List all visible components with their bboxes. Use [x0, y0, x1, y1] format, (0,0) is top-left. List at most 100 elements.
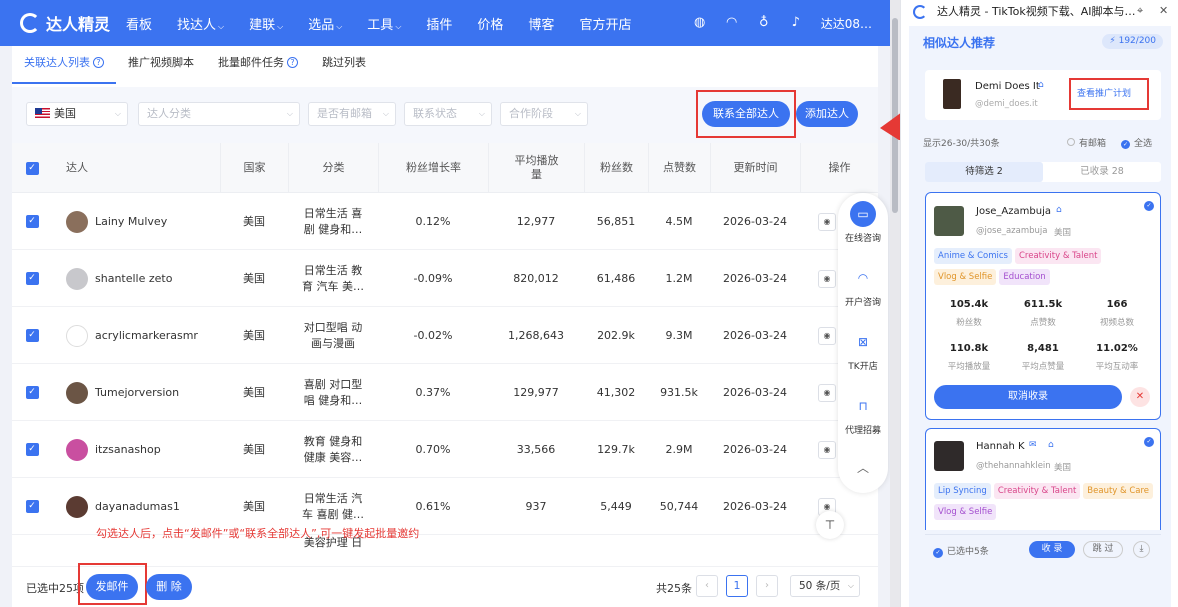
table-row[interactable]: ✓ itzsanashop 美国 教育 健身和健康 美容… 0.70% 33,566 129… — [12, 421, 878, 478]
has-email-option[interactable]: 有邮箱 — [1067, 136, 1106, 149]
creator-cell[interactable]: Lainy Mulvey — [66, 193, 220, 250]
stage-select[interactable]: 合作阶段 ⌵ — [500, 102, 588, 126]
select-all-checkbox[interactable]: ✓ — [25, 161, 39, 175]
user-name[interactable]: 达达08… — [821, 15, 872, 32]
view-icon[interactable]: ◉ — [818, 326, 836, 345]
creator-cell[interactable]: Tumejorversion — [66, 364, 220, 421]
creator-avatar — [934, 206, 964, 236]
home-icon[interactable]: ⌂ — [1038, 80, 1044, 90]
home-icon[interactable]: ⌂ — [1056, 205, 1062, 215]
nav-item-label: 看板 — [126, 17, 153, 33]
delete-button[interactable]: 删 除 — [146, 574, 192, 600]
row-checkbox[interactable]: ✓ — [25, 329, 39, 342]
remove-icon[interactable]: ✕ — [1130, 387, 1150, 407]
creator-country: 美国 — [1054, 228, 1072, 238]
tab-0[interactable]: 关联达人列表? — [12, 54, 116, 84]
column-header[interactable]: 平均播放量 — [488, 143, 584, 193]
page-scrollbar[interactable] — [890, 0, 900, 607]
view-icon[interactable]: ◉ — [818, 440, 836, 459]
column-header[interactable]: 粉丝增长率 — [378, 143, 488, 193]
next-page-button[interactable]: › — [756, 575, 778, 597]
table-row[interactable]: ✓ Lainy Mulvey 美国 日常生活 喜剧 健身和… 0.12% 12,977 56… — [12, 193, 878, 250]
column-header[interactable]: 点赞数 — [648, 143, 710, 193]
cell-likes: 9.3M — [648, 307, 710, 364]
creator-cell[interactable]: shantelle zeto — [66, 250, 220, 307]
nav-item[interactable]: 官方开店 — [579, 14, 631, 33]
column-header[interactable]: 分类 — [288, 143, 378, 193]
logo[interactable]: 达人精灵 — [20, 11, 110, 35]
column-header[interactable]: 达人 — [52, 143, 220, 193]
download-icon[interactable]: ⤓ — [1133, 541, 1150, 558]
creator-card[interactable]: Jose_Azambuja ⌂ ✓ @jose_azambuja 美国 Anim… — [925, 192, 1161, 420]
globe-icon[interactable]: ◍ — [693, 16, 707, 30]
uncollect-button[interactable]: 取消收录 — [934, 385, 1122, 409]
column-header[interactable]: 国家 — [220, 143, 288, 193]
creator-cell[interactable]: acrylicmarkerasmr — [66, 307, 220, 364]
headset-icon[interactable]: ◠ — [725, 16, 739, 30]
column-header[interactable]: 粉丝数 — [584, 143, 648, 193]
row-checkbox[interactable]: ✓ — [25, 215, 39, 228]
nav-item[interactable]: 工具 ⌵ — [367, 14, 401, 33]
email-select[interactable]: 是否有邮箱 ⌵ — [308, 102, 396, 126]
cell-growth-text: 0.70% — [415, 442, 451, 456]
nav-item-label: 找达人 — [177, 17, 217, 33]
row-checkbox[interactable]: ✓ — [25, 272, 39, 285]
page-size-select[interactable]: 50 条/页 ⌵ — [790, 575, 860, 597]
collect-button[interactable]: 收 录 — [1029, 541, 1075, 558]
nav-item[interactable]: 选品 ⌵ — [308, 14, 342, 33]
float-menu-item[interactable]: ◠ 开户咨询 — [838, 265, 888, 308]
nav-item[interactable]: 插件 — [426, 14, 452, 33]
prev-page-button[interactable]: ‹ — [696, 575, 718, 597]
tab-collected[interactable]: 已收录 28 — [1043, 162, 1161, 182]
creator-card[interactable]: Hannah K ✉ ⌂ ✓ @thehannahklein 美国 Lip Sy… — [925, 428, 1161, 530]
skip-button[interactable]: 跳 过 — [1083, 541, 1123, 558]
check-circle-icon[interactable]: ✓ — [1144, 437, 1154, 447]
email-icon[interactable]: ✉ — [1029, 440, 1037, 450]
tab-pending[interactable]: 待筛选 2 — [925, 162, 1043, 182]
nav-right: ◍ ◠ ♁ ♪ 达达08… — [693, 0, 872, 46]
table-row[interactable]: ✓ shantelle zeto 美国 日常生活 教育 汽车 美… -0.09% 820,… — [12, 250, 878, 307]
row-checkbox[interactable]: ✓ — [25, 386, 39, 399]
add-creator-button[interactable]: 添加达人 — [796, 101, 858, 127]
tab-2[interactable]: 批量邮件任务? — [206, 54, 310, 84]
category-select[interactable]: 达人分类 ⌵ — [138, 102, 300, 126]
view-icon[interactable]: ◉ — [818, 383, 836, 402]
nav-item[interactable]: 建联 ⌵ — [249, 14, 283, 33]
contact-status-select[interactable]: 联系状态 ⌵ — [404, 102, 492, 126]
annotation-highlight-box — [78, 563, 147, 605]
float-menu-item[interactable]: ⊓ 代理招募 — [838, 393, 888, 436]
table-row[interactable]: ✓ Tumejorversion 美国 喜剧 对口型唱 健身和… 0.37% 129,97… — [12, 364, 878, 421]
float-menu-item[interactable]: ▭ 在线咨询 — [838, 201, 888, 244]
chevron-up-icon[interactable]: ︿ — [838, 459, 888, 476]
bell-icon[interactable]: ♪ — [789, 16, 803, 30]
tab-3[interactable]: 跳过列表 — [310, 54, 378, 84]
chevron-down-icon: ⌵ — [574, 109, 581, 118]
creator-cell[interactable]: itzsanashop — [66, 421, 220, 478]
column-header[interactable]: 更新时间 — [710, 143, 800, 193]
row-checkbox[interactable]: ✓ — [25, 443, 39, 456]
filter-toolbar: 美国 ⌵ 达人分类 ⌵ 是否有邮箱 ⌵ 联系状态 ⌵ 合作阶段 ⌵ 联系全部达人… — [12, 87, 878, 143]
nav-item[interactable]: 博客 — [528, 14, 554, 33]
help-icon[interactable]: ? — [93, 57, 104, 68]
nav-item[interactable]: 价格 — [477, 14, 503, 33]
row-checkbox[interactable]: ✓ — [25, 500, 39, 513]
select-all-option[interactable]: ✓ 全选 — [1121, 136, 1152, 149]
home-icon[interactable]: ⌂ — [1048, 440, 1054, 450]
nav-item[interactable]: 找达人 ⌵ — [177, 14, 224, 33]
close-icon[interactable]: ✕ — [1159, 4, 1168, 17]
nav-item[interactable]: 看板 — [126, 14, 152, 33]
country-select[interactable]: 美国 ⌵ — [26, 102, 128, 126]
view-icon[interactable]: ◉ — [818, 212, 836, 231]
float-menu-item[interactable]: ⊠ TK开店 — [838, 329, 888, 372]
scroll-top-button[interactable]: ⊤ — [816, 511, 844, 539]
pin-icon[interactable]: ⌖ — [1137, 4, 1143, 18]
page-number-current[interactable]: 1 — [726, 575, 748, 597]
check-circle-icon[interactable]: ✓ — [1144, 201, 1154, 211]
help-icon[interactable]: ? — [287, 57, 298, 68]
tab-1[interactable]: 推广视频脚本 — [116, 54, 206, 84]
cell-likes: 2.9M — [648, 421, 710, 478]
table-row[interactable]: ✓ acrylicmarkerasmr 美国 对口型唱 动画与漫画 -0.02% 1,26… — [12, 307, 878, 364]
lightbulb-icon[interactable]: ♁ — [757, 16, 771, 30]
chevron-down-icon: ⌵ — [277, 21, 284, 31]
view-icon[interactable]: ◉ — [818, 269, 836, 288]
